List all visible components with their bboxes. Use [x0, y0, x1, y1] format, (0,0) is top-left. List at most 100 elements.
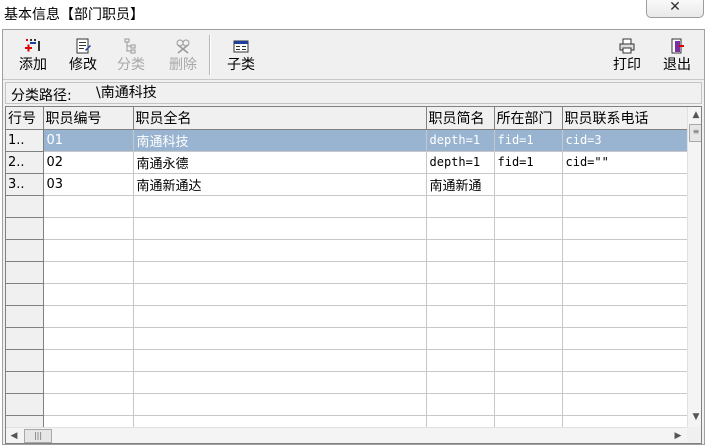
add-button[interactable]: 添加 [13, 36, 53, 78]
edit-button[interactable]: 修改 [63, 36, 103, 78]
category-path-field[interactable]: \南通科技 [86, 84, 698, 102]
table-cell[interactable] [494, 173, 563, 196]
row-number[interactable] [6, 305, 44, 328]
empty-table-row[interactable] [6, 261, 688, 284]
table-cell[interactable]: 03 [43, 173, 134, 196]
table-cell[interactable] [426, 217, 495, 240]
column-header[interactable]: 职员联系电话 [562, 107, 688, 130]
table-cell[interactable] [494, 371, 563, 394]
table-cell[interactable] [494, 283, 563, 306]
table-cell[interactable] [133, 327, 427, 350]
table-cell[interactable] [43, 239, 134, 262]
row-number[interactable] [6, 261, 44, 284]
table-cell[interactable]: 南通新通 [426, 173, 495, 196]
table-cell[interactable] [43, 393, 134, 416]
table-cell[interactable] [494, 349, 563, 372]
table-cell[interactable] [494, 239, 563, 262]
horizontal-scroll-thumb[interactable]: ||| [24, 429, 52, 443]
table-cell[interactable]: fid=1 [494, 129, 563, 152]
table-cell[interactable] [133, 239, 427, 262]
table-cell[interactable] [562, 305, 688, 328]
table-cell[interactable]: 01 [43, 129, 134, 152]
table-cell[interactable] [133, 305, 427, 328]
table-cell[interactable] [562, 283, 688, 306]
scroll-down-icon[interactable]: ▼ [688, 409, 701, 425]
row-number[interactable]: 2.. [6, 151, 44, 174]
table-cell[interactable] [494, 327, 563, 350]
table-cell[interactable]: 南通科技 [133, 129, 427, 152]
table-row[interactable]: 1.. 01 南通科技 depth=1 fid=1 cid=3 [6, 129, 688, 152]
table-cell[interactable] [562, 173, 688, 196]
table-cell[interactable] [133, 349, 427, 372]
scroll-right-icon[interactable]: ▶ [670, 428, 686, 443]
table-cell[interactable] [562, 195, 688, 218]
table-cell[interactable] [43, 371, 134, 394]
row-number[interactable] [6, 393, 44, 416]
table-cell[interactable] [562, 261, 688, 284]
table-cell[interactable] [133, 195, 427, 218]
table-cell[interactable]: depth=1 [426, 129, 495, 152]
table-cell[interactable] [562, 239, 688, 262]
row-number[interactable] [6, 371, 44, 394]
empty-table-row[interactable] [6, 393, 688, 416]
row-number[interactable] [6, 327, 44, 350]
table-cell[interactable]: 南通永德 [133, 151, 427, 174]
empty-table-row[interactable] [6, 349, 688, 372]
table-cell[interactable] [133, 261, 427, 284]
table-row[interactable]: 3.. 03 南通新通达 南通新通 [6, 173, 688, 196]
print-button[interactable]: 打印 [607, 36, 647, 78]
column-header[interactable]: 职员编号 [43, 107, 134, 130]
table-cell[interactable]: depth=1 [426, 151, 495, 174]
classify-button[interactable]: 分类 [111, 36, 151, 78]
scroll-left-icon[interactable]: ◀ [6, 428, 22, 443]
table-cell[interactable] [133, 283, 427, 306]
horizontal-scrollbar[interactable]: ◀ ||| ▶ [6, 427, 687, 443]
scroll-up-icon[interactable]: ▲ [688, 107, 701, 123]
table-cell[interactable] [494, 305, 563, 328]
table-cell[interactable] [133, 217, 427, 240]
table-cell[interactable]: cid="" [562, 151, 688, 174]
table-cell[interactable] [43, 283, 134, 306]
table-cell[interactable] [494, 195, 563, 218]
table-cell[interactable] [426, 393, 495, 416]
table-cell[interactable] [562, 327, 688, 350]
table-cell[interactable]: cid=3 [562, 129, 688, 152]
table-cell[interactable] [43, 217, 134, 240]
column-header[interactable]: 职员全名 [133, 107, 427, 130]
empty-table-row[interactable] [6, 283, 688, 306]
table-cell[interactable] [43, 195, 134, 218]
table-cell[interactable]: 南通新通达 [133, 173, 427, 196]
table-cell[interactable] [494, 393, 563, 416]
empty-table-row[interactable] [6, 327, 688, 350]
row-number[interactable] [6, 195, 44, 218]
row-number[interactable]: 1.. [6, 129, 44, 152]
table-cell[interactable] [426, 349, 495, 372]
row-number[interactable] [6, 283, 44, 306]
row-number[interactable] [6, 217, 44, 240]
empty-table-row[interactable] [6, 305, 688, 328]
column-header[interactable]: 职员简名 [426, 107, 495, 130]
row-number[interactable] [6, 239, 44, 262]
column-header[interactable]: 所在部门 [494, 107, 563, 130]
close-button[interactable]: ✕ [646, 0, 704, 18]
table-cell[interactable] [133, 371, 427, 394]
table-cell[interactable] [562, 217, 688, 240]
table-cell[interactable] [426, 371, 495, 394]
table-cell[interactable] [426, 239, 495, 262]
table-cell[interactable] [426, 305, 495, 328]
table-cell[interactable] [562, 393, 688, 416]
table-cell[interactable] [43, 261, 134, 284]
empty-table-row[interactable] [6, 217, 688, 240]
column-header[interactable]: 行号 [6, 107, 44, 130]
exit-button[interactable]: 退出 [657, 36, 697, 78]
table-cell[interactable]: fid=1 [494, 151, 563, 174]
table-cell[interactable] [43, 349, 134, 372]
table-cell[interactable] [494, 261, 563, 284]
table-cell[interactable] [133, 393, 427, 416]
table-cell[interactable] [562, 371, 688, 394]
table-cell[interactable] [562, 349, 688, 372]
empty-table-row[interactable] [6, 239, 688, 262]
table-cell[interactable] [426, 261, 495, 284]
table-cell[interactable] [494, 217, 563, 240]
vertical-scroll-thumb[interactable]: ≡ [689, 124, 701, 142]
